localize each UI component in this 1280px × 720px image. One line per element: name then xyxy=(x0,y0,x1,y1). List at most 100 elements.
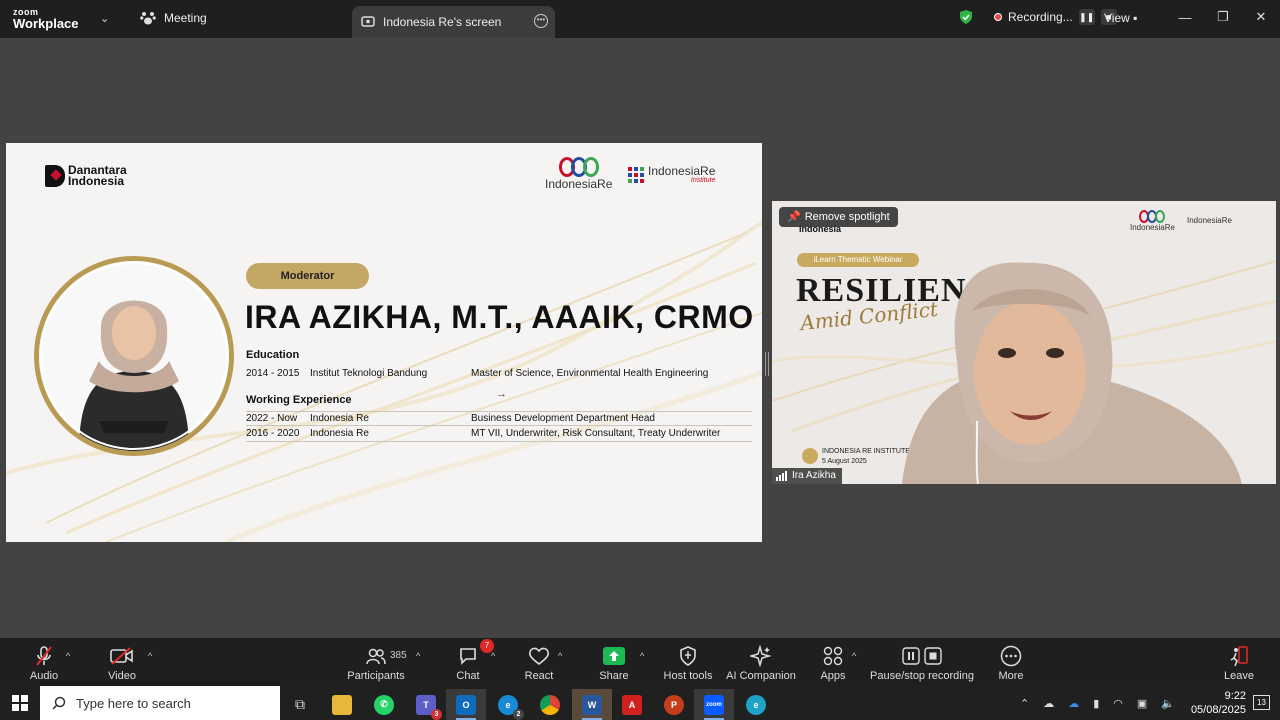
edge-badge: 2 xyxy=(513,708,524,720)
edge-browser-icon: e xyxy=(746,694,766,715)
apps-button[interactable]: Apps xyxy=(814,645,852,682)
outlook-app[interactable]: O xyxy=(446,689,486,720)
participants-icon xyxy=(366,648,386,665)
participants-options-chevron-icon[interactable]: ^ xyxy=(416,651,420,661)
more-button[interactable]: More xyxy=(994,645,1028,682)
windows-start-button[interactable] xyxy=(0,686,40,720)
pause-stop-recording-button[interactable]: Pause/stop recording xyxy=(870,645,974,682)
apps-options-chevron-icon[interactable]: ^ xyxy=(852,651,856,661)
minimize-button[interactable]: — xyxy=(1166,0,1204,34)
search-placeholder: Type here to search xyxy=(76,695,191,711)
react-button[interactable]: React xyxy=(520,645,558,682)
zoom-icon: zoom xyxy=(704,694,724,715)
participant-video-tile[interactable]: Indonesia IndonesiaRe IndonesiaRe iLearn… xyxy=(772,201,1276,484)
share-button[interactable]: Share xyxy=(594,645,634,682)
windows-logo-icon xyxy=(12,695,28,711)
notifications-button[interactable]: 13 xyxy=(1253,695,1270,710)
chat-options-chevron-icon[interactable]: ^ xyxy=(491,651,495,661)
recording-indicator: Recording... ❚❚ ■ xyxy=(958,9,1117,25)
video-options-chevron-icon[interactable]: ^ xyxy=(148,651,152,661)
share-screen-icon xyxy=(603,647,625,665)
acrobat-app[interactable]: A xyxy=(612,689,652,720)
taskbar-search-input[interactable]: Type here to search xyxy=(40,686,280,720)
zoom-app[interactable]: zoom xyxy=(694,689,734,720)
edge-app[interactable]: e xyxy=(736,689,776,720)
shield-icon xyxy=(680,646,696,666)
close-button[interactable]: ✕ xyxy=(1242,0,1280,34)
apps-icon xyxy=(823,646,843,666)
danantara-line-2: Indonesia xyxy=(68,174,125,188)
participant-name: Ira Azikha xyxy=(792,470,836,481)
file-explorer-app[interactable] xyxy=(322,689,362,720)
notifications-count: 13 xyxy=(1257,698,1266,707)
more-options-icon[interactable]: ••• xyxy=(534,14,548,28)
view-layout-icon: ▪ xyxy=(1133,11,1138,25)
audio-options-chevron-icon[interactable]: ^ xyxy=(66,651,70,661)
word-app[interactable]: W xyxy=(572,689,612,720)
react-options-chevron-icon[interactable]: ^ xyxy=(558,651,562,661)
edge-profile-app[interactable]: e2 xyxy=(488,689,528,720)
tray-cloud-sync-icon[interactable]: ☁ xyxy=(1043,697,1054,710)
work-place: Indonesia Re xyxy=(310,413,369,424)
mic-muted-icon xyxy=(36,646,52,666)
recording-label: Recording... xyxy=(1008,10,1073,24)
tab-meeting-label: Meeting xyxy=(164,11,207,25)
chrome-app[interactable] xyxy=(530,689,570,720)
pause-recording-button[interactable]: ❚❚ xyxy=(1078,9,1095,25)
title-bar: zoom Workplace ⌄ Meeting Indonesia Re's … xyxy=(0,0,1280,38)
work-row: 2016 - 2020 Indonesia Re MT VII, Underwr… xyxy=(246,427,752,442)
ai-companion-button[interactable]: AI Companion xyxy=(726,645,796,682)
view-button[interactable]: View ▪ xyxy=(1104,11,1137,25)
share-options-chevron-icon[interactable]: ^ xyxy=(640,651,644,661)
dots-icon xyxy=(628,166,644,183)
indonesia-re-logo-text: IndonesiaRe xyxy=(545,177,613,191)
signal-bars-icon xyxy=(776,471,787,481)
powerpoint-app[interactable]: P xyxy=(654,689,694,720)
host-tools-label: Host tools xyxy=(663,670,713,682)
leave-icon xyxy=(1230,646,1248,667)
onedrive-icon[interactable]: ☁ xyxy=(1068,697,1079,710)
screen-share-icon xyxy=(361,16,375,27)
wifi-icon[interactable]: ◠ xyxy=(1113,697,1123,710)
zoom-workplace-logo[interactable]: zoom Workplace xyxy=(13,8,79,31)
pause-icon xyxy=(902,647,920,665)
clock-time: 9:22 xyxy=(1224,690,1246,702)
whatsapp-app[interactable]: ✆ xyxy=(364,689,404,720)
shared-screen-slide: Danantara Indonesia IndonesiaRe Indonesi… xyxy=(6,143,762,542)
host-tools-button[interactable]: Host tools xyxy=(662,645,714,682)
task-view-button[interactable]: ⧉ xyxy=(280,689,320,720)
taskbar-clock[interactable]: 9:22 05/08/2025 xyxy=(1191,689,1246,717)
danantara-logo: Danantara Indonesia xyxy=(45,164,127,188)
tab-shared-screen[interactable]: Indonesia Re's screen ••• xyxy=(352,6,555,38)
chevron-down-icon[interactable]: ⌄ xyxy=(100,12,109,25)
tray-overflow-chevron-icon[interactable]: ⌃ xyxy=(1020,697,1029,710)
maximize-button[interactable]: ❐ xyxy=(1204,0,1242,34)
ai-companion-label: AI Companion xyxy=(726,670,796,682)
education-detail: Master of Science, Environmental Health … xyxy=(471,368,709,379)
moderator-pill: Moderator xyxy=(246,263,369,289)
video-button[interactable]: Video xyxy=(102,645,142,682)
work-heading: Working Experience xyxy=(246,394,352,406)
display-icon[interactable]: ▣ xyxy=(1137,697,1147,710)
recording-dot-icon xyxy=(994,13,1002,21)
volume-icon[interactable]: 🔈 xyxy=(1161,697,1175,710)
leave-button[interactable]: Leave xyxy=(1222,645,1256,682)
usb-device-icon[interactable]: ▮ xyxy=(1093,697,1099,710)
chat-button[interactable]: 7 Chat xyxy=(450,639,494,682)
teams-app[interactable]: T3 xyxy=(406,689,446,720)
audio-button[interactable]: Audio xyxy=(24,645,64,682)
stop-icon xyxy=(924,647,942,665)
split-resize-handle[interactable] xyxy=(765,352,769,376)
window-controls: — ❐ ✕ xyxy=(1166,0,1280,34)
remove-spotlight-button[interactable]: 📌 Remove spotlight xyxy=(779,207,898,227)
whatsapp-icon: ✆ xyxy=(374,694,394,715)
meeting-toolbar: Audio ^ Video ^ Participants 385 ^ 7 Cha… xyxy=(0,638,1280,686)
work-detail: Business Development Department Head xyxy=(471,413,655,424)
video-off-icon xyxy=(110,647,133,665)
heart-icon xyxy=(528,647,550,666)
acrobat-icon: A xyxy=(622,694,642,715)
tab-meeting[interactable]: Meeting xyxy=(140,11,207,25)
clock-date: 05/08/2025 xyxy=(1190,704,1246,716)
chrome-icon xyxy=(540,694,560,715)
tab-shared-screen-label: Indonesia Re's screen xyxy=(383,15,502,29)
